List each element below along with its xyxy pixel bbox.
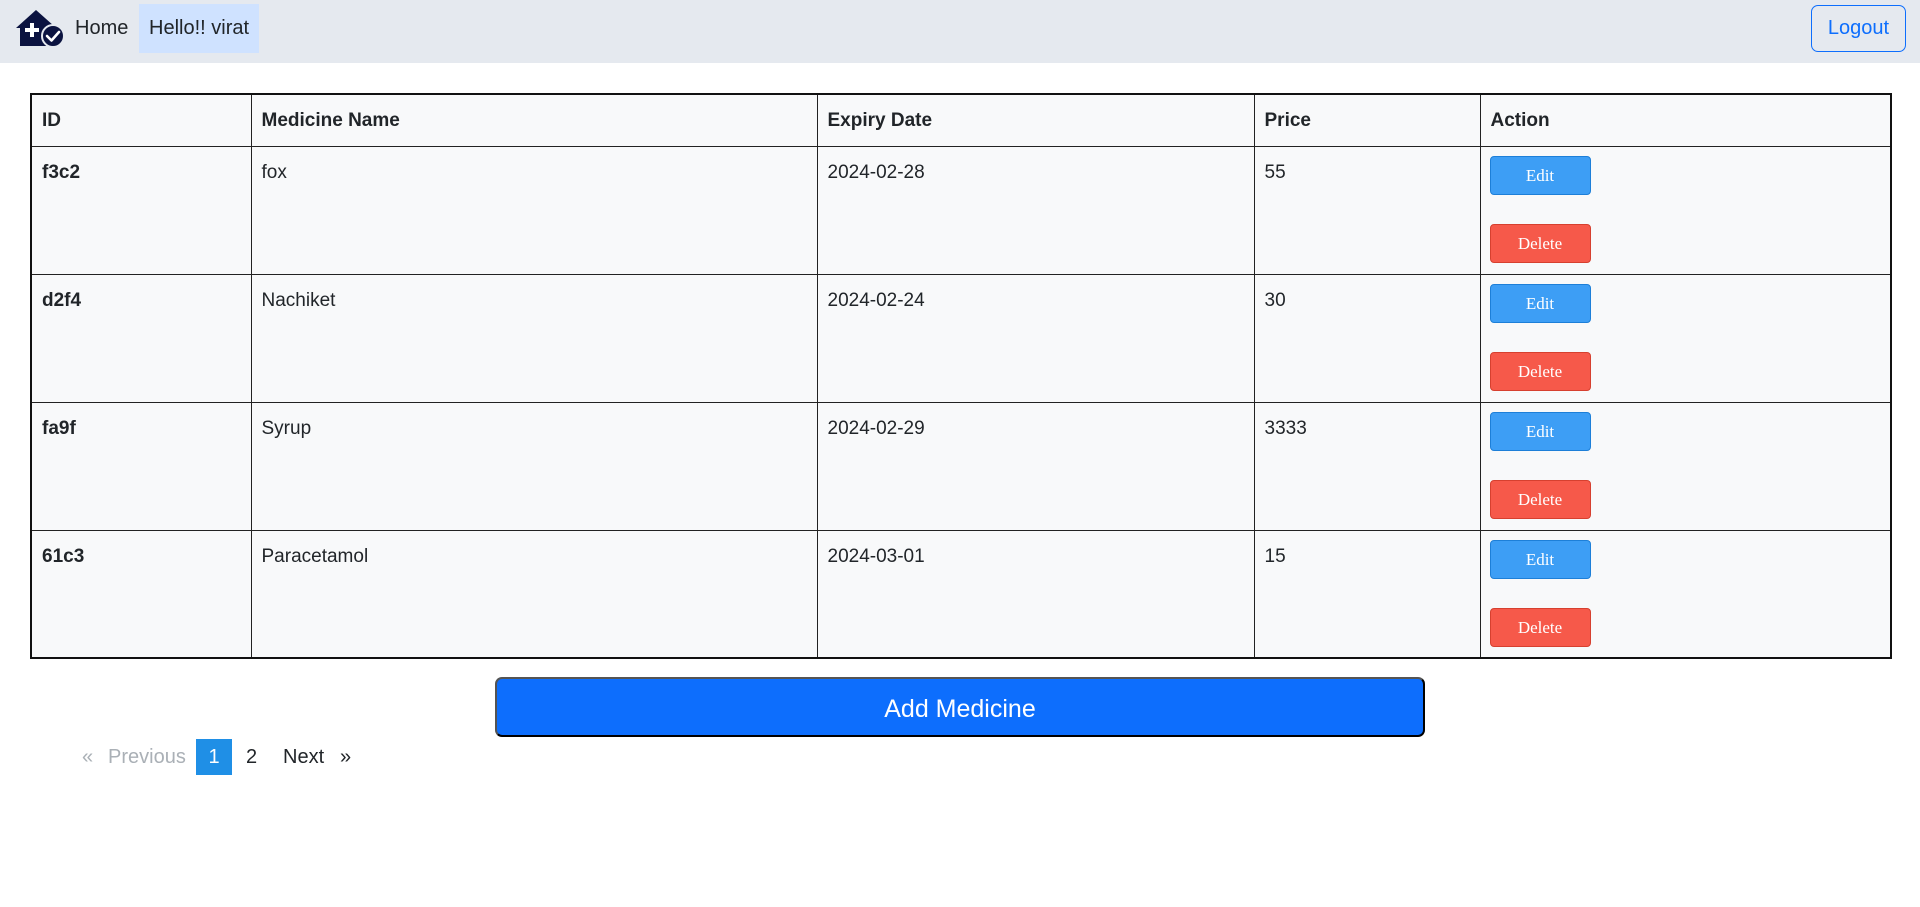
table-row: d2f4 Nachiket 2024-02-24 30 Edit Delete	[30, 273, 1892, 403]
medicine-id: d2f4	[30, 273, 252, 403]
edit-button[interactable]: Edit	[1489, 539, 1591, 579]
action-cell: Edit Delete	[1479, 145, 1892, 275]
delete-button[interactable]: Delete	[1489, 223, 1591, 263]
page-1-link[interactable]: 1	[196, 739, 232, 775]
page-2-link[interactable]: 2	[246, 739, 257, 775]
medicine-name: Nachiket	[250, 273, 818, 403]
table-row: fa9f Syrup 2024-02-29 3333 Edit Delete	[30, 401, 1892, 531]
next-page-link[interactable]: Next	[283, 739, 324, 775]
edit-button[interactable]: Edit	[1489, 411, 1591, 451]
medicine-name: Syrup	[250, 401, 818, 531]
navbar: Home Hello!! virat Logout	[0, 0, 1920, 63]
table-row: 61c3 Paracetamol 2024-03-01 15 Edit Dele…	[30, 529, 1892, 659]
house-medical-check-icon[interactable]	[14, 6, 66, 50]
action-cell: Edit Delete	[1479, 273, 1892, 403]
previous-arrow[interactable]: «	[82, 739, 93, 775]
header-id: ID	[30, 93, 252, 147]
expiry-date: 2024-03-01	[816, 529, 1255, 659]
expiry-date: 2024-02-28	[816, 145, 1255, 275]
delete-button[interactable]: Delete	[1489, 351, 1591, 391]
edit-button[interactable]: Edit	[1489, 155, 1591, 195]
add-medicine-button[interactable]: Add Medicine	[495, 677, 1425, 737]
action-cell: Edit Delete	[1479, 529, 1892, 659]
price: 15	[1253, 529, 1481, 659]
logout-button[interactable]: Logout	[1811, 5, 1906, 52]
medicine-name: fox	[250, 145, 818, 275]
user-greeting[interactable]: Hello!! virat	[139, 4, 260, 53]
price: 3333	[1253, 401, 1481, 531]
expiry-date: 2024-02-24	[816, 273, 1255, 403]
delete-button[interactable]: Delete	[1489, 479, 1591, 519]
previous-page-link[interactable]: Previous	[108, 739, 186, 775]
delete-button[interactable]: Delete	[1489, 607, 1591, 647]
action-cell: Edit Delete	[1479, 401, 1892, 531]
header-price: Price	[1253, 93, 1481, 147]
price: 55	[1253, 145, 1481, 275]
header-medicine-name: Medicine Name	[250, 93, 818, 147]
nav-home-link[interactable]: Home	[64, 4, 139, 53]
edit-button[interactable]: Edit	[1489, 283, 1591, 323]
expiry-date: 2024-02-29	[816, 401, 1255, 531]
medicine-id: fa9f	[30, 401, 252, 531]
medicine-id: f3c2	[30, 145, 252, 275]
medicine-id: 61c3	[30, 529, 252, 659]
next-arrow[interactable]: »	[340, 739, 351, 775]
header-action: Action	[1479, 93, 1892, 147]
table-row: f3c2 fox 2024-02-28 55 Edit Delete	[30, 145, 1892, 275]
price: 30	[1253, 273, 1481, 403]
header-expiry-date: Expiry Date	[816, 93, 1255, 147]
table-header-row: ID Medicine Name Expiry Date Price Actio…	[30, 93, 1892, 147]
medicine-table: ID Medicine Name Expiry Date Price Actio…	[30, 93, 1892, 659]
medicine-name: Paracetamol	[250, 529, 818, 659]
